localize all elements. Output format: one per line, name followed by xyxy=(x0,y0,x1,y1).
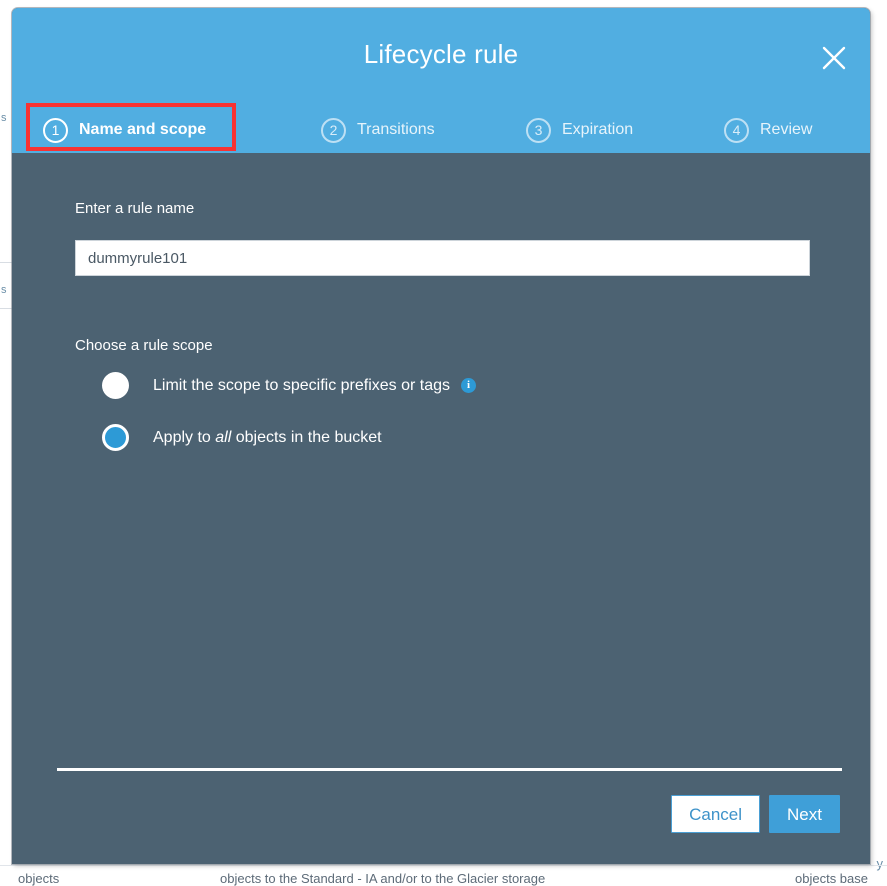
radio-limit-scope-to-prefixes-or-tags[interactable]: Limit the scope to specific prefixes or … xyxy=(102,372,477,399)
step-number: 3 xyxy=(526,117,551,143)
info-icon[interactable]: i xyxy=(461,378,477,393)
background-text: objects to the Standard - IA and/or to t… xyxy=(220,871,546,886)
radio-label: Limit the scope to specific prefixes or … xyxy=(153,377,450,395)
step-name-and-scope[interactable]: 1 Name and scope xyxy=(33,109,216,151)
background-right-glyph: y xyxy=(876,856,884,871)
background-left-glyph: s xyxy=(1,284,7,296)
next-button[interactable]: Next xyxy=(769,795,840,833)
step-indicator: 1 Name and scope 2 Transitions 3 Expirat… xyxy=(12,105,870,153)
step-expiration[interactable]: 3 Expiration xyxy=(516,109,643,151)
step-label: Expiration xyxy=(562,121,634,138)
background-left-glyph: s xyxy=(1,112,7,124)
modal-header: Lifecycle rule 1 Name and scope 2 Transi… xyxy=(12,8,870,153)
radio-label-text: Limit the scope to specific prefixes or … xyxy=(153,376,451,394)
step-label: Review xyxy=(760,121,813,138)
radio-apply-to-all-objects[interactable]: Apply to all objects in the bucket xyxy=(102,424,382,451)
radio-button-selected[interactable] xyxy=(102,424,129,451)
rule-name-input[interactable] xyxy=(75,240,810,276)
radio-label-emphasis: all xyxy=(215,428,232,446)
background-text: objects xyxy=(18,871,60,886)
step-review[interactable]: 4 Review xyxy=(714,109,822,151)
modal-body: Enter a rule name Choose a rule scope Li… xyxy=(12,153,870,864)
rule-scope-label: Choose a rule scope xyxy=(75,337,213,354)
close-icon[interactable] xyxy=(814,38,854,78)
radio-button-unselected[interactable] xyxy=(102,372,129,399)
footer-divider xyxy=(57,768,842,771)
cancel-button[interactable]: Cancel xyxy=(671,795,761,833)
background-text: objects base xyxy=(795,871,868,886)
step-number: 4 xyxy=(724,117,749,143)
step-transitions[interactable]: 2 Transitions xyxy=(311,109,445,151)
footer-actions: Cancel Next xyxy=(671,795,840,833)
radio-label-text-after: objects in the bucket xyxy=(231,428,382,446)
modal-title: Lifecycle rule xyxy=(363,39,519,69)
step-label: Transitions xyxy=(357,121,435,138)
rule-name-label: Enter a rule name xyxy=(75,200,195,217)
step-number: 2 xyxy=(321,117,346,143)
lifecycle-rule-modal: Lifecycle rule 1 Name and scope 2 Transi… xyxy=(12,8,870,864)
radio-label: Apply to all objects in the bucket xyxy=(153,429,382,447)
step-number: 1 xyxy=(43,117,68,143)
background-bottom-divider xyxy=(0,865,887,866)
step-label: Name and scope xyxy=(79,121,207,138)
radio-label-text-before: Apply to xyxy=(153,428,216,446)
